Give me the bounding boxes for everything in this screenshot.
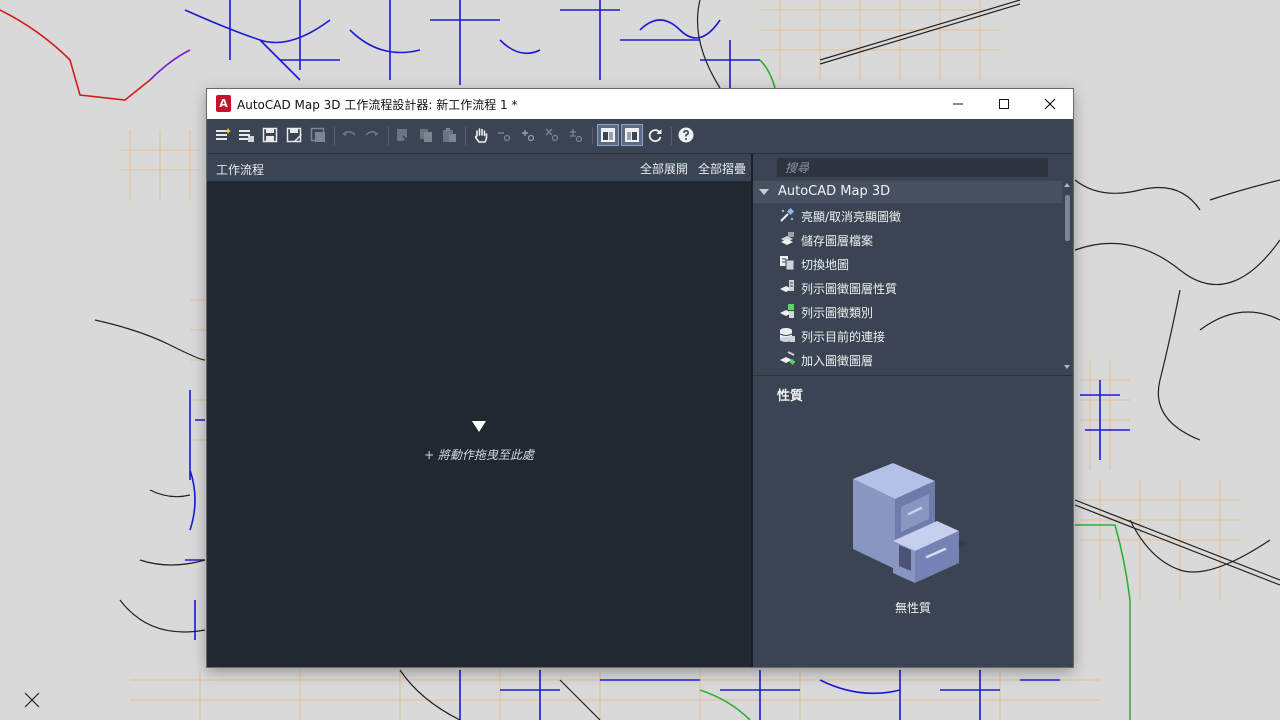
file-cabinet-icon [853,463,969,583]
activity-tree: AutoCAD Map 3D 亮顯/取消亮顯圖徵 儲存圖層檔案 切換地圖 列示圖… [753,181,1073,374]
undo-button[interactable] [339,125,359,145]
zoom-reset-button[interactable] [566,125,586,145]
properties-divider[interactable] [753,375,1073,376]
tree-item-label: 儲存圖層檔案 [801,234,874,248]
tree-item-label: 列示圖徵類別 [801,306,874,320]
tree-item-label: 加入圖徵圖層 [801,354,874,368]
layout-left-icon [601,128,615,142]
workflow-panel-title: 工作流程 [216,163,265,177]
pan-button[interactable] [471,125,491,145]
zoom-in-button[interactable] [518,125,538,145]
tree-item-list-layer-properties[interactable]: 列示圖徵圖層性質 [779,275,1059,299]
refresh-icon [648,129,662,143]
scroll-up-arrow-icon[interactable] [1064,183,1070,187]
paste-icon [443,128,456,142]
save-all-icon [310,127,325,142]
maximize-button[interactable] [981,89,1027,119]
title-bar[interactable]: A AutoCAD Map 3D 工作流程設計器: 新工作流程 1 * [207,89,1073,119]
refresh-button[interactable] [645,125,665,145]
highlight-features-icon [780,207,795,222]
close-button[interactable] [1027,89,1073,119]
cut-button[interactable] [393,125,413,145]
tree-item-add-feature-layer[interactable]: 加入圖徵圖層 [779,347,1059,371]
open-workflow-button[interactable] [236,125,256,145]
workflow-designer-window: A AutoCAD Map 3D 工作流程設計器: 新工作流程 1 * 工作流程… [207,89,1073,667]
zoom-extents-icon [545,128,559,142]
zoom-extents-button[interactable] [542,125,562,145]
save-button[interactable] [260,125,280,145]
save-icon [262,127,278,143]
activities-panel: AutoCAD Map 3D 亮顯/取消亮顯圖徵 儲存圖層檔案 切換地圖 列示圖… [753,154,1073,667]
redo-icon [365,130,379,136]
layout-right-icon [625,128,639,142]
switch-map-icon [780,256,795,271]
zoom-out-icon [498,132,511,142]
tree-item-list-connections[interactable]: 列示目前的連接 [779,323,1059,347]
save-all-button[interactable] [308,125,328,145]
help-button[interactable] [676,125,696,145]
tree-item-switch-map[interactable]: 切換地圖 [779,251,1059,275]
tree-item-list-feature-classes[interactable]: 列示圖徵類別 [779,299,1059,323]
drop-target-arrow-icon [472,421,486,432]
toolbar-separator [592,127,593,145]
tree-item-label: 亮顯/取消亮顯圖徵 [801,210,902,224]
collapse-all-link[interactable]: 全部摺疊 [698,160,746,177]
expand-all-link[interactable]: 全部展開 [640,160,688,177]
layout-right-button[interactable] [621,124,643,146]
zoom-in-icon [522,130,535,142]
toolbar [207,119,1073,154]
tree-item-label: 列示圖徵圖層性質 [801,282,898,296]
minimize-button[interactable] [935,89,981,119]
toolbar-separator [671,127,672,145]
copy-icon [420,129,432,142]
tree-item-highlight-features[interactable]: 亮顯/取消亮顯圖徵 [779,203,1059,227]
copy-button[interactable] [416,125,436,145]
save-layer-file-icon [781,232,794,245]
list-connections-icon [779,328,795,342]
close-icon [1044,98,1056,110]
tree-scrollbar[interactable] [1062,181,1073,374]
workflow-panel-header: 工作流程 全部展開 全部摺疊 [207,154,751,181]
tree-item-label: 切換地圖 [801,258,850,272]
no-properties-text: 無性質 [894,601,931,615]
pan-hand-icon [474,128,488,143]
layout-left-button[interactable] [597,124,619,146]
scrollbar-thumb[interactable] [1065,195,1070,241]
help-icon [678,127,694,143]
list-feature-classes-icon [780,304,794,318]
toolbar-separator [465,127,466,145]
save-as-button[interactable] [284,125,304,145]
tree-group-autocad-map-3d[interactable]: AutoCAD Map 3D [753,181,1062,203]
search-input[interactable] [777,158,1048,177]
autocad-app-icon: A [216,95,231,112]
cursor-crosshair-icon [24,692,40,708]
tree-group-label: AutoCAD Map 3D [778,184,891,199]
open-workflow-icon [239,130,254,142]
toolbar-separator [388,127,389,145]
zoom-reset-icon [570,129,583,143]
new-workflow-button[interactable] [213,125,233,145]
redo-button[interactable] [362,125,382,145]
list-layer-properties-icon [780,280,794,292]
tree-item-save-layer-file[interactable]: 儲存圖層檔案 [779,227,1059,251]
cut-icon [397,129,410,143]
undo-icon [342,130,356,136]
toolbar-separator [334,127,335,145]
scroll-down-arrow-icon[interactable] [1064,365,1070,369]
window-title: AutoCAD Map 3D 工作流程設計器: 新工作流程 1 * [237,98,518,112]
maximize-icon [999,99,1009,109]
save-as-icon [286,127,302,143]
zoom-out-button[interactable] [494,125,514,145]
tree-item-label: 列示目前的連接 [801,330,886,344]
collapse-triangle-icon[interactable] [759,189,769,195]
add-feature-layer-icon [780,351,795,365]
new-workflow-icon [216,128,231,140]
drop-hint: + 將動作拖曳至此處 [424,448,534,462]
properties-title: 性質 [777,389,804,404]
paste-button[interactable] [439,125,459,145]
workflow-canvas[interactable]: + 將動作拖曳至此處 [207,181,751,667]
minimize-icon [953,103,963,105]
